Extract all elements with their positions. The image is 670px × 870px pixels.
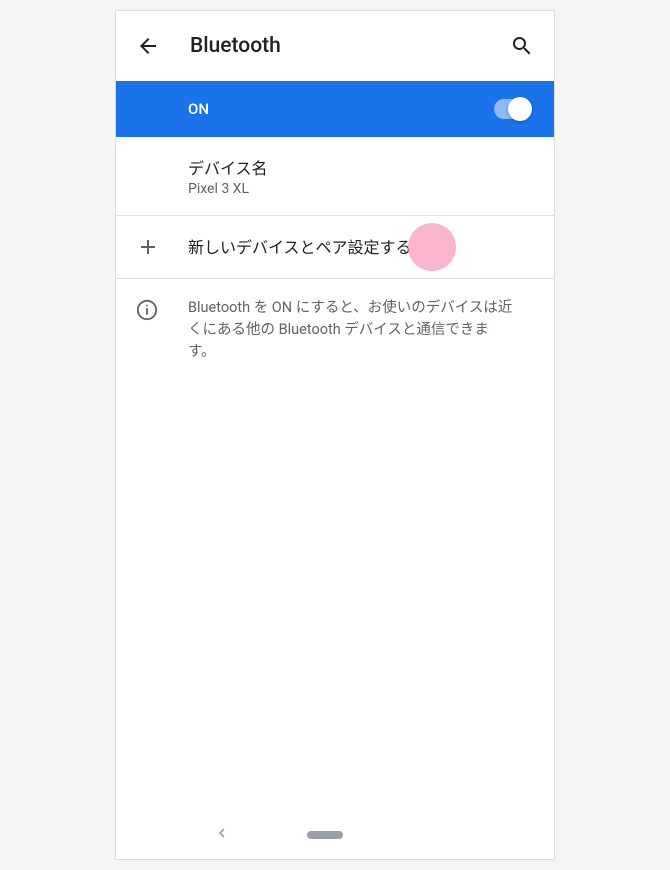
chevron-left-icon — [214, 825, 230, 841]
search-icon — [510, 34, 534, 58]
content-area: デバイス名 Pixel 3 XL 新しいデバイスとペア設定する — [116, 137, 554, 811]
navigation-bar — [116, 811, 554, 859]
pair-new-device-row[interactable]: 新しいデバイスとペア設定する — [116, 216, 554, 279]
search-button[interactable] — [510, 34, 534, 58]
pair-label: 新しいデバイスとペア設定する — [188, 234, 412, 258]
toggle-switch[interactable] — [494, 99, 530, 119]
device-name-label: デバイス名 — [188, 155, 534, 179]
device-name-value: Pixel 3 XL — [188, 181, 534, 197]
device-name-row[interactable]: デバイス名 Pixel 3 XL — [116, 137, 554, 216]
nav-home-button[interactable] — [307, 831, 343, 839]
touch-indicator — [408, 223, 456, 271]
arrow-back-icon — [136, 34, 160, 58]
bluetooth-toggle-row[interactable]: ON — [116, 81, 554, 137]
app-header: Bluetooth — [116, 11, 554, 81]
toggle-thumb — [508, 97, 532, 121]
nav-back-button[interactable] — [214, 825, 230, 845]
info-row: Bluetooth を ON にすると、お使いのデバイスは近くにある他の Blu… — [116, 279, 554, 380]
phone-frame: Bluetooth ON デバイス名 Pixel 3 XL — [115, 10, 555, 860]
plus-icon — [136, 235, 160, 259]
back-button[interactable] — [136, 34, 160, 58]
info-text: Bluetooth を ON にすると、お使いのデバイスは近くにある他の Blu… — [188, 297, 514, 362]
page-title: Bluetooth — [190, 34, 281, 58]
info-icon — [136, 299, 158, 321]
toggle-label: ON — [188, 100, 209, 118]
